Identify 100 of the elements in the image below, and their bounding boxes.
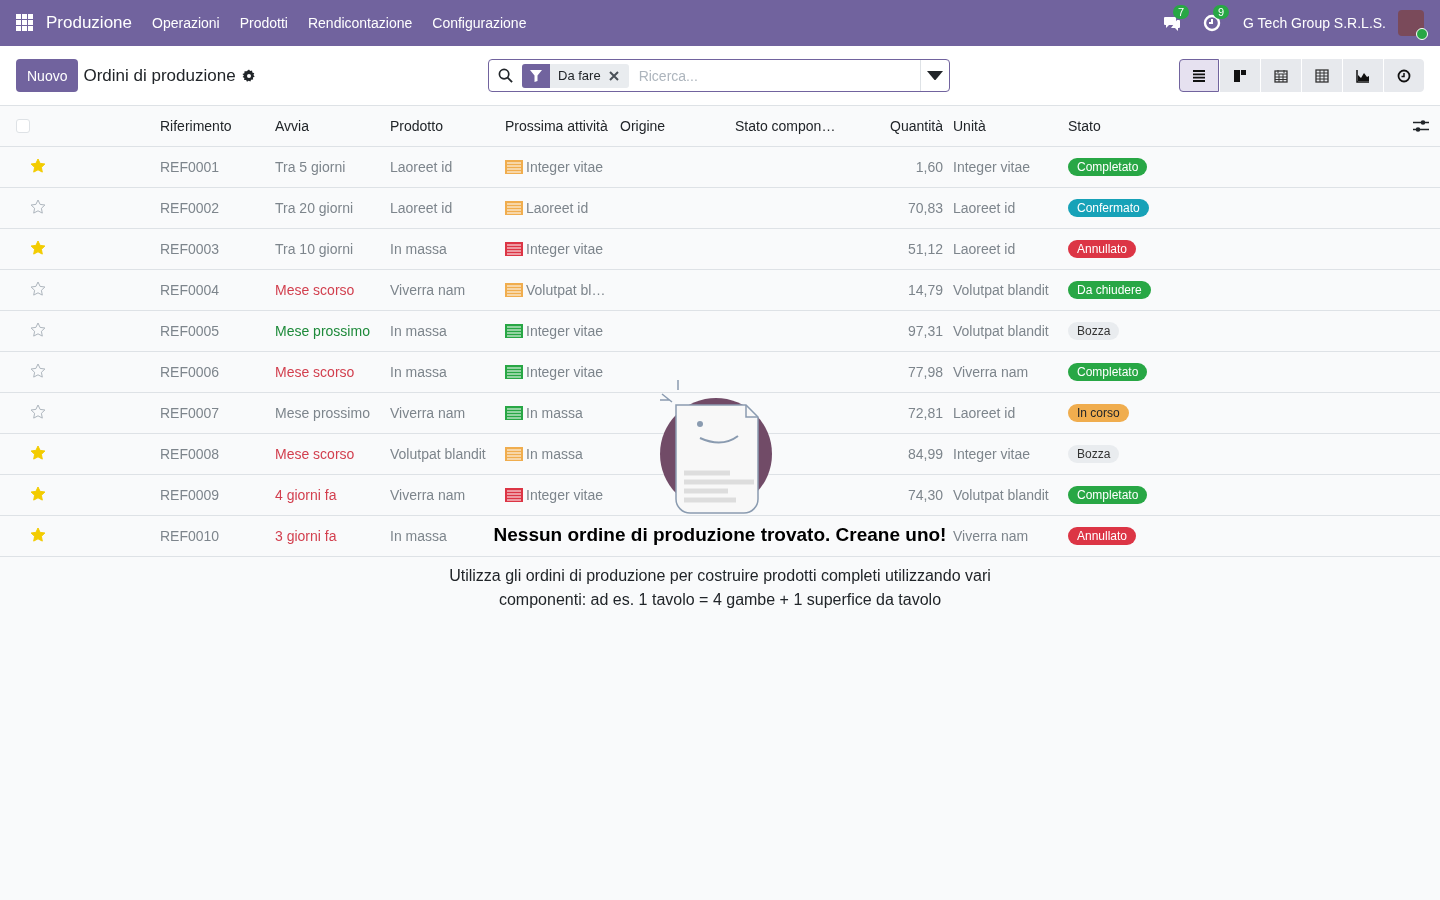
- unit-cell-text: Integer vitae: [953, 446, 1032, 462]
- message-count: 7: [1173, 5, 1190, 19]
- favorite-star-icon[interactable]: [30, 526, 46, 543]
- menu-item[interactable]: Rendicontazione: [307, 15, 413, 31]
- favorite-star-icon[interactable]: [30, 157, 46, 174]
- settings-gear-icon[interactable]: [241, 68, 256, 83]
- favorite-star-icon[interactable]: [30, 239, 46, 256]
- activity-icon[interactable]: [505, 447, 523, 461]
- chat-bubbles-icon[interactable]: [1163, 14, 1182, 32]
- status-badge: Confermato: [1068, 199, 1149, 217]
- product-cell-text: Volutpat blandit: [390, 446, 487, 462]
- activity-icon[interactable]: [505, 160, 523, 174]
- activity-cell: Integer vitae: [526, 364, 604, 380]
- list-view-icon: [1192, 68, 1206, 83]
- empty-state-description: Utilizza gli ordini di produzione per costruire prodotti completi utilizzando vari componenti: ad es. 1 tavolo = 4 gambe + 1 superfice da tavolo: [448, 566, 992, 610]
- start-date-cell-text: Tra 20 giorni: [275, 200, 355, 216]
- favorite-star-icon[interactable]: [30, 362, 46, 379]
- quantity-cell-text: 1,60: [914, 159, 944, 175]
- clock-icon[interactable]: [1203, 14, 1222, 32]
- unit-cell-text: Volutpat blandit: [953, 487, 1050, 503]
- quantity-cell-text: 72,81: [906, 405, 944, 421]
- reference-cell-text: REF0002: [160, 200, 221, 216]
- favorite-star-icon[interactable]: [30, 485, 46, 502]
- product-cell-text: In massa: [390, 364, 448, 380]
- status-badge: Completato: [1068, 486, 1148, 504]
- filter-facet[interactable]: Da fare: [522, 63, 629, 88]
- filter-icon: [530, 69, 542, 82]
- column-header[interactable]: Stato: [1068, 118, 1101, 134]
- product-cell-text: Viverra nam: [390, 405, 467, 421]
- favorite-star-icon[interactable]: [30, 321, 46, 338]
- unit-cell-text: Viverra nam: [953, 364, 1030, 380]
- product-cell-text: In massa: [390, 241, 448, 257]
- clock-icon: [1397, 68, 1411, 83]
- status-badge: Completato: [1068, 363, 1148, 381]
- pivot-table-icon: [1315, 68, 1329, 83]
- activity-cell: Integer vitae: [526, 323, 604, 339]
- calendar-view-icon: [1274, 68, 1288, 83]
- status-badge: Completato: [1068, 158, 1148, 176]
- empty-state-title: Nessun ordine di produzione trovato. Creane uno!: [493, 524, 947, 546]
- menu-item[interactable]: Operazioni: [152, 15, 220, 31]
- activity-icon[interactable]: [505, 324, 523, 338]
- apps-menu-icon[interactable]: [16, 14, 34, 32]
- favorite-star-icon[interactable]: [30, 444, 46, 461]
- column-header[interactable]: Riferimento: [160, 118, 232, 134]
- menu-item[interactable]: Prodotti: [239, 15, 288, 31]
- activity-icon[interactable]: [505, 488, 523, 502]
- activity-cell: In massa: [526, 446, 583, 462]
- favorite-star-icon[interactable]: [30, 198, 46, 215]
- company-name[interactable]: G Tech Group S.R.L.S.: [1243, 15, 1386, 31]
- quantity-cell-text: 51,12: [906, 241, 944, 257]
- favorite-star-icon[interactable]: [30, 280, 46, 297]
- activity-icon[interactable]: [505, 406, 523, 420]
- unit-cell-text: Volutpat blandit: [953, 323, 1050, 339]
- search-icon: [498, 68, 513, 83]
- close-icon[interactable]: [608, 70, 619, 81]
- new-button[interactable]: Nuovo: [16, 59, 79, 92]
- activity-cell: Integer vitae: [526, 159, 604, 175]
- unit-cell-text: Volutpat blandit: [953, 282, 1050, 298]
- reference-cell-text: REF0003: [160, 241, 221, 257]
- start-date-cell-text: Tra 5 giorni: [275, 159, 347, 175]
- search-field[interactable]: Da fare Ricerca...: [488, 59, 950, 92]
- reference-cell-text: REF0007: [160, 405, 221, 421]
- select-all-checkbox[interactable]: [16, 119, 30, 133]
- quantity-cell-text: 70,83: [906, 200, 944, 216]
- reference-cell-text: REF0001: [160, 159, 221, 175]
- activity-cell: Integer vitae: [526, 487, 604, 503]
- reference-cell-text: REF0005: [160, 323, 221, 339]
- activity-icon[interactable]: [505, 365, 523, 379]
- start-date-cell-text: Mese prossimo: [275, 405, 371, 421]
- quantity-cell-text: 84,99: [906, 446, 944, 462]
- online-status-dot: [1416, 28, 1428, 40]
- column-header[interactable]: Prossima attività: [505, 118, 608, 134]
- quantity-cell-text: 74,30: [906, 487, 944, 503]
- activity-icon[interactable]: [505, 283, 523, 297]
- start-date-cell-text: Mese scorso: [275, 364, 356, 380]
- activity-icon[interactable]: [505, 201, 523, 215]
- view-switch-button[interactable]: [1179, 59, 1219, 92]
- product-cell-text: Laoreet id: [390, 200, 454, 216]
- start-date-cell-text: 4 giorni fa: [275, 487, 338, 503]
- reference-cell-text: REF0009: [160, 487, 221, 503]
- activity-icon[interactable]: [505, 242, 523, 256]
- column-header[interactable]: Stato compon…: [735, 118, 836, 134]
- column-header[interactable]: Origine: [620, 118, 666, 134]
- column-settings-icon[interactable]: [1413, 119, 1429, 133]
- favorite-star-icon[interactable]: [30, 403, 46, 420]
- activity-cell: Laoreet id: [526, 200, 589, 216]
- product-cell-text: Viverra nam: [390, 282, 467, 298]
- app-name[interactable]: Produzione: [46, 13, 132, 33]
- column-header[interactable]: Avvia: [275, 118, 309, 134]
- column-header[interactable]: Unità: [953, 118, 986, 134]
- activity-cell: Integer vitae: [526, 241, 604, 257]
- column-header[interactable]: Prodotto: [390, 118, 443, 134]
- unit-cell-text: Laoreet id: [953, 200, 1017, 216]
- unit-cell-text: Integer vitae: [953, 159, 1032, 175]
- kanban-view-icon: [1233, 68, 1247, 83]
- product-cell-text: Viverra nam: [390, 487, 467, 503]
- product-cell-text: In massa: [390, 323, 448, 339]
- column-header[interactable]: Quantità: [850, 118, 953, 134]
- start-date-cell-text: Tra 10 giorni: [275, 241, 355, 257]
- menu-item[interactable]: Configurazione: [432, 15, 527, 31]
